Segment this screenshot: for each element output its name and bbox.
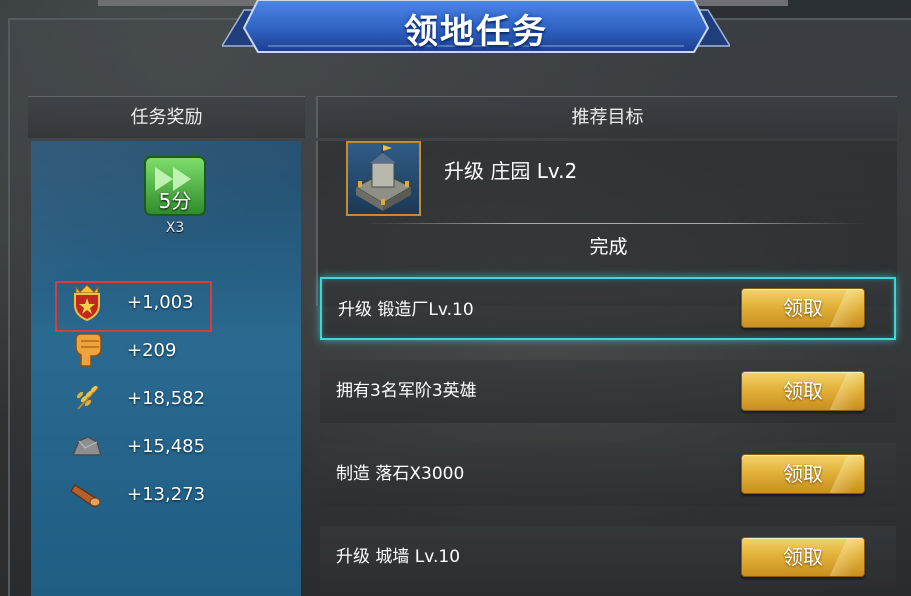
- reward-row: +13,273: [68, 474, 268, 514]
- wood-log-icon: [68, 475, 106, 513]
- task-label: 拥有3名军阶3英雄: [336, 381, 477, 401]
- claim-button[interactable]: 领取: [741, 454, 865, 494]
- wheat-icon: [68, 379, 106, 417]
- speedup-label: 5分: [158, 189, 192, 213]
- reward-value: +18,582: [127, 387, 206, 409]
- task-row[interactable]: 升级 锻造厂Lv.10 领取: [320, 277, 896, 340]
- reward-value: +209: [127, 339, 177, 361]
- task-row[interactable]: 制造 落石X3000 领取: [320, 443, 896, 506]
- rewards-header: 任务奖励: [28, 96, 305, 138]
- divider: [366, 223, 866, 224]
- rewards-panel: 任务奖励 5分 X3 +1,003 +209 +18,582 +15,485 +…: [28, 96, 305, 596]
- reward-value: +13,273: [127, 483, 206, 505]
- task-label: 升级 城墙 Lv.10: [336, 547, 461, 567]
- highlight-box: [55, 281, 212, 332]
- recommended-status: 完成: [589, 236, 628, 258]
- reward-row: +15,485: [68, 426, 268, 466]
- page-title: 领地任务: [404, 12, 548, 52]
- stone-icon: [68, 427, 106, 465]
- reward-row: +18,582: [68, 378, 268, 418]
- objectives-header: 推荐目标: [316, 96, 897, 138]
- castle-icon: [346, 141, 421, 216]
- objectives-panel: 推荐目标 升级 庄园 Lv.2 完成 升级 锻造厂Lv.10 领取 拥有3名军阶…: [316, 96, 911, 596]
- claim-button[interactable]: 领取: [741, 371, 865, 411]
- task-label: 制造 落石X3000: [336, 464, 465, 484]
- title-banner: 领地任务: [222, 0, 730, 54]
- claim-button[interactable]: 领取: [741, 537, 865, 577]
- speedup-item: 5分: [143, 155, 207, 217]
- reward-row: +209: [68, 330, 268, 370]
- task-row[interactable]: 升级 城墙 Lv.10 领取: [320, 526, 896, 589]
- task-label: 升级 锻造厂Lv.10: [338, 300, 474, 320]
- task-row[interactable]: 拥有3名军阶3英雄 领取: [320, 360, 896, 423]
- claim-button[interactable]: 领取: [741, 288, 865, 328]
- reward-value: +15,485: [127, 435, 206, 457]
- recommended-title: 升级 庄园 Lv.2: [444, 159, 578, 183]
- speedup-count: X3: [165, 220, 185, 236]
- fist-icon: [68, 331, 106, 369]
